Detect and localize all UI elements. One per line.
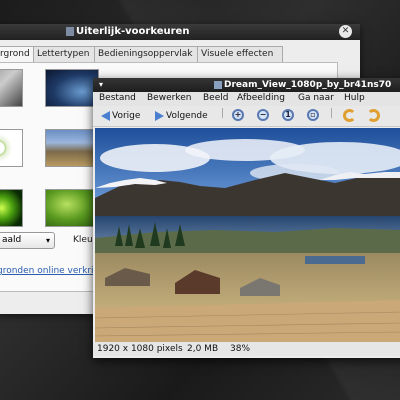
style-combo-value: aald	[2, 235, 22, 245]
tab-label: rgrond	[0, 49, 30, 59]
close-icon[interactable]: ✕	[339, 25, 352, 38]
next-button[interactable]: Volgende	[155, 108, 208, 124]
tab-label: Visuele effecten	[201, 49, 274, 59]
wallpaper-thumb[interactable]	[0, 189, 23, 227]
title-bar[interactable]: ▾ Dream_View_1080p_by_br41ns70	[93, 78, 400, 92]
rotate-left-icon[interactable]	[343, 109, 356, 122]
tab-fonts[interactable]: Lettertypen	[33, 46, 98, 62]
colors-label: Kleu	[73, 235, 93, 245]
wallpaper-thumb[interactable]	[0, 129, 23, 167]
rotate-right-icon[interactable]	[367, 109, 380, 122]
menu-help[interactable]: Hulp	[344, 93, 365, 103]
previous-label: Vorige	[112, 111, 141, 121]
tab-visual-effects[interactable]: Visuele effecten	[197, 46, 283, 62]
menu-view[interactable]: Beeld	[203, 93, 228, 103]
app-icon	[66, 27, 74, 36]
tab-interface[interactable]: Bedieningsoppervlak	[94, 46, 201, 62]
zoom-level: 38%	[230, 344, 251, 354]
tab-strip: rgrond Lettertypen Bedieningsoppervlak V…	[0, 46, 360, 63]
status-bar: 1920 x 1080 pixels 2,0 MB 38%	[93, 342, 400, 356]
previous-button[interactable]: Vorige	[101, 108, 140, 124]
menu-go[interactable]: Ga naar	[298, 93, 334, 103]
tab-background[interactable]: rgrond	[0, 46, 35, 63]
menu-bar: Bestand Bewerken Beeld Afbeelding Ga naa…	[93, 92, 400, 106]
menu-file[interactable]: Bestand	[99, 93, 136, 103]
wallpaper-thumb[interactable]	[45, 189, 99, 227]
back-arrow-icon	[101, 110, 110, 121]
get-backgrounds-online-link[interactable]: gronden online verkri	[0, 266, 94, 276]
app-icon	[214, 81, 222, 89]
wallpaper-thumb[interactable]	[45, 69, 99, 107]
zoom-out-icon[interactable]: −	[257, 109, 269, 121]
toolbar-separator	[222, 108, 223, 118]
zoom-in-icon[interactable]: +	[232, 109, 244, 121]
menu-image[interactable]: Afbeelding	[237, 93, 285, 103]
tab-label: Lettertypen	[37, 49, 90, 59]
tab-label: Bedieningsoppervlak	[98, 49, 193, 59]
toolbar-separator	[331, 108, 332, 118]
window-menu-arrow-icon[interactable]: ▾	[99, 80, 103, 89]
menu-edit[interactable]: Bewerken	[147, 93, 191, 103]
landscape-photo	[95, 128, 400, 342]
zoom-fit-icon[interactable]: ▫	[307, 109, 319, 121]
title-bar[interactable]: Uiterlijk-voorkeuren ✕	[0, 24, 360, 40]
wallpaper-thumb[interactable]	[0, 69, 23, 107]
image-dimensions: 1920 x 1080 pixels	[97, 344, 183, 354]
image-viewer-window: ▾ Dream_View_1080p_by_br41ns70 Bestand B…	[93, 78, 400, 358]
wallpaper-thumb[interactable]	[45, 129, 99, 167]
zoom-normal-icon[interactable]: 1	[282, 109, 294, 121]
chevron-down-icon: ▾	[45, 236, 50, 245]
image-canvas[interactable]	[95, 128, 400, 342]
toolbar: Vorige Volgende + − 1 ▫	[93, 106, 400, 127]
window-title: Dream_View_1080p_by_br41ns70	[224, 80, 392, 90]
style-combo[interactable]: aald ▾	[0, 232, 55, 249]
forward-arrow-icon	[155, 110, 164, 121]
file-size: 2,0 MB	[187, 344, 219, 354]
window-title: Uiterlijk-voorkeuren	[76, 26, 190, 37]
next-label: Volgende	[166, 111, 208, 121]
